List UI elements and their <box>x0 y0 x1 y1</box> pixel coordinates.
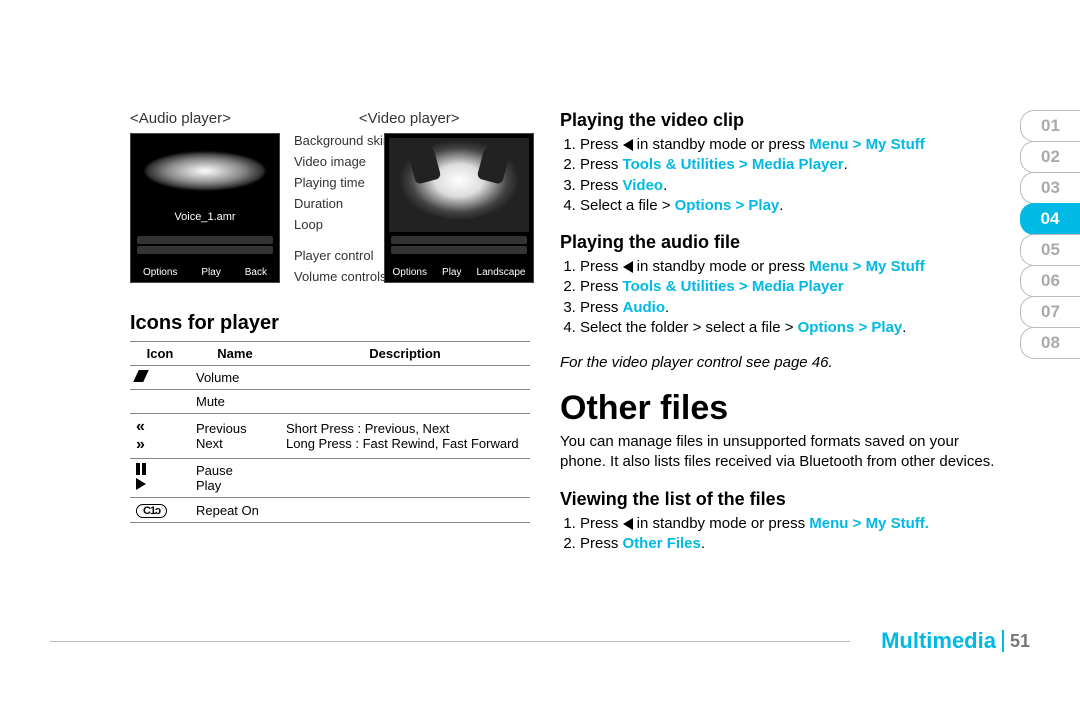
viewing-steps: Press in standby mode or press Menu > My… <box>580 514 1000 555</box>
row-name: Pause Play <box>190 459 280 498</box>
tab-03[interactable]: 03 <box>1020 172 1080 204</box>
other-files-body: You can manage files in unsupported form… <box>560 432 1000 473</box>
table-row: Previous Next Short Press : Previous, Ne… <box>130 414 530 459</box>
tab-07[interactable]: 07 <box>1020 296 1080 328</box>
list-item: Press Tools & Utilities > Media Player. <box>580 155 1000 175</box>
list-item: Press Audio. <box>580 298 1000 318</box>
repeat-icon: C1ↄ <box>130 498 190 523</box>
list-item: Press Tools & Utilities > Media Player <box>580 277 1000 297</box>
tab-05[interactable]: 05 <box>1020 234 1080 266</box>
icons-table: Icon Name Description Volume Mute <box>130 341 530 523</box>
list-item: Press Video. <box>580 176 1000 196</box>
list-item: Select the folder > select a file > Opti… <box>580 318 1000 338</box>
footer-category: Multimedia <box>871 628 996 654</box>
arrow-left-icon <box>623 139 633 151</box>
video-opt-landscape: Landscape <box>477 267 526 278</box>
right-column: Playing the video clip Press in standby … <box>560 110 1000 570</box>
icons-heading: Icons for player <box>130 312 530 335</box>
mute-icon <box>130 390 190 414</box>
callout-video-image: Video image <box>294 154 366 169</box>
left-column: <Audio player> <Video player> Voice_1.am… <box>130 110 530 570</box>
th-name: Name <box>190 342 280 366</box>
row-name: Repeat On <box>190 498 280 523</box>
list-item: Press in standby mode or press Menu > My… <box>580 514 1000 534</box>
callout-duration: Duration <box>294 196 343 211</box>
arrow-left-icon <box>623 518 633 530</box>
row-desc <box>280 366 530 390</box>
audio-opt-back: Back <box>245 267 267 278</box>
tab-02[interactable]: 02 <box>1020 141 1080 173</box>
callout-loop: Loop <box>294 217 323 232</box>
video-opt-options: Options <box>393 267 427 278</box>
callout-list: Background skin Video image Playing time… <box>294 133 390 284</box>
row-desc <box>280 390 530 414</box>
callout-volume-controls: Volume controls <box>294 269 387 284</box>
audio-opt-play: Play <box>201 267 220 278</box>
clip-filename: Voice_1.amr <box>174 211 235 223</box>
audio-player-label: <Audio player> <box>130 110 231 127</box>
callout-bg-skin: Background skin <box>294 133 390 148</box>
audio-player-screenshot: Voice_1.amr Options Play Back <box>130 133 280 283</box>
video-player-screenshot: Options Play Landscape <box>384 133 534 283</box>
callout-player-control: Player control <box>294 248 373 263</box>
pause-play-icon <box>130 459 190 498</box>
tab-08[interactable]: 08 <box>1020 327 1080 359</box>
other-files-heading: Other files <box>560 389 1000 428</box>
row-name: Volume <box>190 366 280 390</box>
prev-next-icon <box>130 414 190 459</box>
footer-page-number: 51 <box>1010 631 1030 652</box>
page-footer: Multimedia 51 <box>0 628 1080 654</box>
table-row: Mute <box>130 390 530 414</box>
row-name: Mute <box>190 390 280 414</box>
tab-04[interactable]: 04 <box>1020 203 1080 235</box>
tab-06[interactable]: 06 <box>1020 265 1080 297</box>
table-row: C1ↄ Repeat On <box>130 498 530 523</box>
row-desc <box>280 498 530 523</box>
tab-01[interactable]: 01 <box>1020 110 1080 142</box>
playing-video-steps: Press in standby mode or press Menu > My… <box>580 135 1000 216</box>
th-icon: Icon <box>130 342 190 366</box>
arrow-left-icon <box>623 261 633 273</box>
table-row: Pause Play <box>130 459 530 498</box>
list-item: Select a file > Options > Play. <box>580 196 1000 216</box>
callout-playtime: Playing time <box>294 175 365 190</box>
table-row: Volume <box>130 366 530 390</box>
row-name: Previous Next <box>190 414 280 459</box>
manual-page: <Audio player> <Video player> Voice_1.am… <box>0 0 1080 714</box>
playing-audio-heading: Playing the audio file <box>560 232 1000 253</box>
chapter-tabs: 01 02 03 04 05 06 07 08 <box>1020 110 1080 358</box>
video-player-label: <Video player> <box>359 110 460 127</box>
row-desc: Short Press : Previous, Next Long Press … <box>280 414 530 459</box>
playing-video-heading: Playing the video clip <box>560 110 1000 131</box>
list-item: Press in standby mode or press Menu > My… <box>580 135 1000 155</box>
video-control-note: For the video player control see page 46… <box>560 354 1000 371</box>
row-desc <box>280 459 530 498</box>
audio-opt-options: Options <box>143 267 177 278</box>
list-item: Press Other Files. <box>580 534 1000 554</box>
list-item: Press in standby mode or press Menu > My… <box>580 257 1000 277</box>
video-opt-play: Play <box>442 267 461 278</box>
viewing-heading: Viewing the list of the files <box>560 489 1000 510</box>
volume-icon <box>130 366 190 390</box>
playing-audio-steps: Press in standby mode or press Menu > My… <box>580 257 1000 338</box>
th-desc: Description <box>280 342 530 366</box>
